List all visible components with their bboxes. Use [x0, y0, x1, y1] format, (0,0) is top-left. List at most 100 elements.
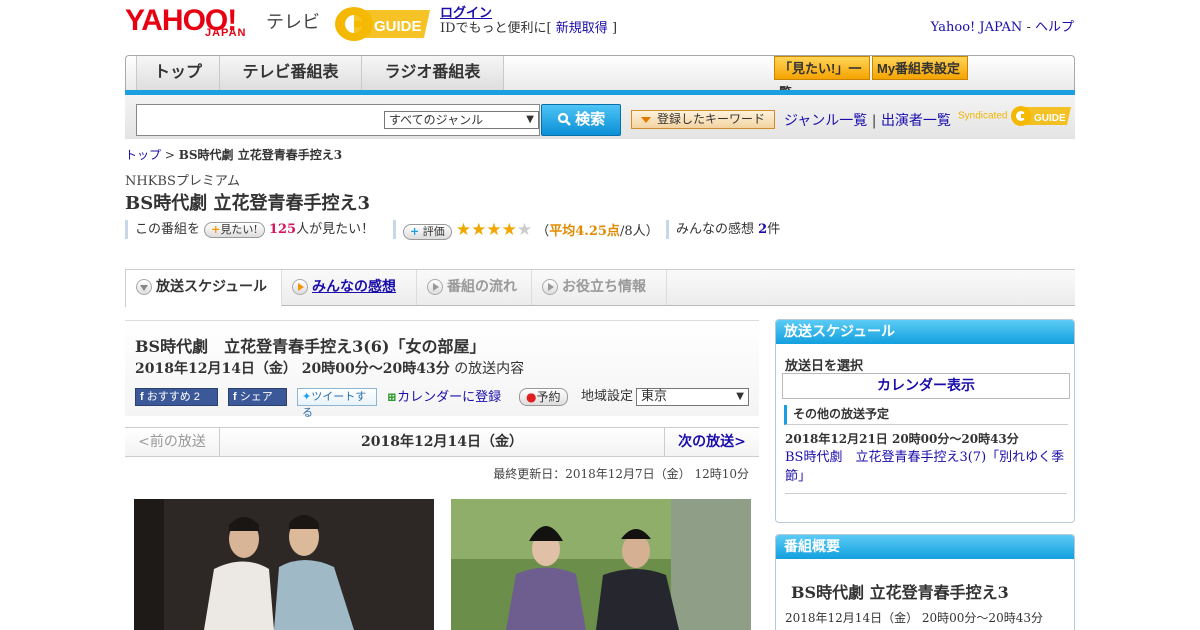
star-filled-icon: ★ — [486, 220, 502, 240]
episode-photo-2 — [451, 499, 751, 630]
top-link-separator: - — [1026, 20, 1031, 35]
breadcrumb: トップ > BS時代劇 立花登青春手控え3 — [125, 146, 342, 163]
other-schedule-item: BS時代劇 立花登青春手控え3(7)「別れゆく季節」 — [785, 448, 1067, 486]
main-nav: トップ テレビ番組表 ラジオ番組表 「見たい!」一覧 My番組表設定 — [125, 55, 1075, 100]
other-schedule-link[interactable]: BS時代劇 立花登青春手控え3(7)「別れゆく季節」 — [785, 450, 1064, 484]
program-title: BS時代劇 立花登青春手控え3 — [125, 193, 371, 214]
review-stat: みんなの感想 2件 — [676, 220, 780, 240]
syndicated-text: Syndicated — [958, 110, 1008, 122]
star-filled-icon: ★ — [471, 220, 487, 240]
performer-list-link[interactable]: 出演者一覧 — [881, 113, 951, 129]
facebook-share-button[interactable]: f シェア — [228, 388, 287, 406]
login-box: ログイン IDでもっと便利に[ 新規取得 ] — [440, 6, 617, 36]
gguide-logo: GUIDE — [335, 7, 430, 41]
breadcrumb-separator: > — [164, 148, 175, 162]
rating-button[interactable]: + 評価 — [403, 223, 452, 240]
tv-logo-text[interactable]: テレビ — [266, 8, 320, 34]
rating-open: （ — [536, 224, 550, 239]
calendar-register[interactable]: ⊞カレンダーに登録 — [387, 388, 501, 407]
schedule-sidebox: 放送スケジュール 放送日を選択 カレンダー表示 その他の放送予定 2018年12… — [775, 319, 1075, 523]
date-navigation: <前の放送 2018年12月14日（金） 次の放送> — [125, 427, 759, 457]
overview-program-title: BS時代劇 立花登青春手控え3 — [791, 583, 1009, 602]
channel-name: NHKBSプレミアム — [125, 174, 240, 189]
overview-sidebox-title: 番組概要 — [776, 535, 1074, 559]
svg-text:GUIDE: GUIDE — [374, 18, 422, 35]
top-right-links: Yahoo! JAPAN - ヘルプ — [931, 16, 1074, 35]
chevron-down-icon: ▼ — [526, 114, 534, 125]
rating-people: /8人） — [619, 224, 659, 239]
nav-tab-radio-schedule[interactable]: ラジオ番組表 — [362, 56, 504, 90]
reserve-button[interactable]: ●予約 — [519, 388, 568, 406]
stats-divider — [393, 220, 396, 239]
login-sub-text: IDでもっと便利に[ — [440, 21, 552, 36]
play-arrow-icon — [542, 279, 558, 295]
tweet-button[interactable]: ✦ツイートする — [297, 388, 377, 419]
tab-program-flow: 番組の流れ — [417, 270, 532, 305]
yahoo-japan-logo-text: JAPAN — [205, 27, 247, 39]
play-arrow-icon — [292, 279, 308, 295]
region-label: 地域設定 — [581, 389, 634, 404]
detail-tabs: 放送スケジュール みんなの感想 番組の流れ お役立ち情報 — [125, 269, 1075, 307]
login-sub-suffix: ] — [611, 21, 618, 36]
registered-keyword-label: 登録したキーワード — [656, 112, 765, 126]
episode-date: 2018年12月14日（金） 20時00分～20時43分 の放送内容 — [135, 358, 524, 378]
gguide-small-logo: GUIDE — [1011, 106, 1072, 126]
search-link-separator: | — [871, 113, 877, 129]
login-link[interactable]: ログイン — [440, 6, 492, 21]
nav-tab-tv-schedule[interactable]: テレビ番組表 — [220, 56, 362, 90]
calendar-plus-icon: ⊞ — [387, 390, 398, 404]
episode-photo-2-image — [451, 499, 751, 630]
genre-select[interactable]: すべてのジャンル ▼ — [384, 111, 539, 129]
episode-photo-1 — [134, 499, 434, 630]
other-schedule-label: その他の放送予定 — [784, 405, 1068, 425]
prev-broadcast-link: <前の放送 — [125, 428, 220, 456]
other-schedule-date: 2018年12月21日 20時00分～20時43分 — [785, 432, 1019, 446]
yahoo-japan-link[interactable]: Yahoo! JAPAN — [931, 20, 1023, 35]
tab-broadcast-schedule[interactable]: 放送スケジュール — [125, 270, 282, 307]
program-stats: この番組を +見たい! 125人が見たい！ + 評価 ★★★★★ （平均4.25… — [125, 220, 825, 240]
calendar-register-link[interactable]: カレンダーに登録 — [397, 390, 501, 405]
search-icon — [557, 112, 571, 126]
genre-list-link[interactable]: ジャンル一覧 — [784, 113, 867, 129]
calendar-display-link[interactable]: カレンダー表示 — [877, 378, 975, 394]
svg-text:GUIDE: GUIDE — [1034, 113, 1066, 124]
record-icon: ● — [526, 390, 537, 404]
star-empty-icon: ★ — [516, 220, 533, 240]
episode-datetime: 2018年12月14日（金） 20時00分～20時43分 — [135, 361, 450, 377]
review-count-link[interactable]: 2 — [758, 222, 767, 237]
facebook-recommend-button[interactable]: f おすすめ 2 — [135, 388, 218, 406]
calendar-display-button[interactable]: カレンダー表示 — [782, 373, 1070, 399]
review-unit: 件 — [767, 222, 781, 237]
episode-photo-1-image — [134, 499, 434, 630]
review-label: みんなの感想 — [676, 222, 755, 237]
register-link[interactable]: 新規取得 — [556, 21, 608, 36]
facebook-icon: f — [233, 391, 237, 403]
tab-reviews[interactable]: みんなの感想 — [282, 270, 417, 305]
play-arrow-icon — [427, 279, 443, 295]
mitai-list-button[interactable]: 「見たい!」一覧 — [774, 56, 870, 100]
facebook-icon: f — [140, 391, 144, 403]
help-link[interactable]: ヘルプ — [1035, 20, 1074, 35]
nav-tab-top[interactable]: トップ — [136, 56, 220, 90]
breadcrumb-top-link[interactable]: トップ — [125, 148, 161, 162]
region-select[interactable]: 東京 ▼ — [636, 388, 749, 406]
mitai-prefix: この番組を — [135, 222, 201, 237]
triangle-down-icon — [640, 116, 651, 123]
stats-divider — [666, 220, 669, 239]
collapse-arrow-icon — [136, 279, 152, 295]
overview-sidebox: 番組概要 BS時代劇 立花登青春手控え3 2018年12月14日（金） 20時0… — [775, 534, 1075, 630]
my-schedule-button[interactable]: My番組表設定 — [872, 56, 968, 80]
breadcrumb-current: BS時代劇 立花登青春手控え3 — [178, 148, 343, 162]
search-button[interactable]: 検索 — [541, 104, 621, 136]
sidebox-divider — [785, 493, 1067, 494]
rating-average: 平均4.25点 — [549, 224, 620, 239]
registered-keyword-button[interactable]: 登録したキーワード — [631, 110, 775, 129]
next-broadcast-link[interactable]: 次の放送> — [664, 428, 759, 456]
mitai-button[interactable]: +見たい! — [204, 221, 265, 238]
social-bar: f おすすめ 2 f シェア ✦ツイートする ⊞カレンダーに登録 ●予約 地域設… — [135, 388, 755, 419]
episode-title: BS時代劇 立花登青春手控え3(6)「女の部屋」 — [135, 337, 486, 356]
select-date-label: 放送日を選択 — [785, 359, 864, 374]
star-filled-icon: ★ — [455, 220, 472, 240]
genre-select-value: すべてのジャンル — [389, 113, 484, 127]
search-links: ジャンル一覧 | 出演者一覧 — [784, 110, 951, 130]
